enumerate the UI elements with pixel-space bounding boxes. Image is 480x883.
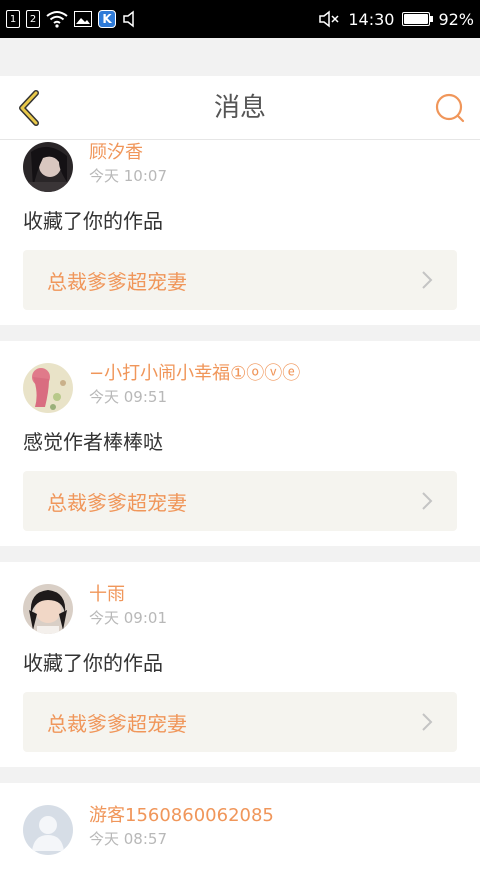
work-link[interactable]: 总裁爹爹超宠妻 — [23, 692, 457, 752]
divider — [0, 546, 480, 562]
message-text: 收藏了你的作品 — [23, 209, 163, 233]
chevron-right-icon — [422, 492, 433, 510]
battery-icon — [402, 12, 434, 26]
status-bar: 1 2 K 14:30 92% — [0, 0, 480, 38]
work-link[interactable]: 总裁爹爹超宠妻 — [23, 250, 457, 310]
page-title: 消息 — [213, 93, 266, 123]
work-title: 总裁爹爹超宠妻 — [47, 490, 187, 515]
username[interactable]: 十雨 — [89, 584, 167, 606]
chevron-right-icon — [422, 271, 433, 289]
sim2-icon: 2 — [26, 10, 40, 28]
avatar[interactable] — [23, 142, 73, 192]
image-icon — [74, 11, 92, 27]
timestamp: 今天 10:07 — [89, 167, 167, 185]
message-list: 顾汐香 今天 10:07 收藏了你的作品 总裁爹爹超宠妻 −小打小闹小幸福①ⓞⓥ… — [0, 140, 480, 883]
work-link[interactable]: 总裁爹爹超宠妻 — [23, 471, 457, 531]
message-card: 十雨 今天 09:01 收藏了你的作品 总裁爹爹超宠妻 — [0, 562, 480, 767]
chevron-right-icon — [422, 713, 433, 731]
speaker-icon — [123, 10, 134, 28]
timestamp: 今天 08:57 — [89, 830, 167, 848]
work-title: 总裁爹爹超宠妻 — [47, 269, 187, 294]
work-title: 总裁爹爹超宠妻 — [47, 711, 187, 736]
status-time: 14:30 — [348, 9, 395, 29]
user-row: 顾汐香 今天 10:07 — [23, 142, 457, 192]
username[interactable]: 游客1560860062085 — [89, 805, 274, 827]
user-row: −小打小闹小幸福①ⓞⓥⓔ 今天 09:51 — [23, 363, 457, 413]
divider — [0, 325, 480, 341]
message-card: 顾汐香 今天 10:07 收藏了你的作品 总裁爹爹超宠妻 — [0, 140, 480, 325]
avatar[interactable] — [23, 363, 73, 413]
app-k-icon: K — [98, 10, 116, 28]
app-header: 消息 — [0, 76, 480, 140]
message-card: −小打小闹小幸福①ⓞⓥⓔ 今天 09:51 感觉作者棒棒哒 总裁爹爹超宠妻 — [0, 341, 480, 546]
message-text: 收藏了你的作品 — [23, 651, 163, 675]
message-text: 感觉作者棒棒哒 — [23, 430, 163, 454]
timestamp: 今天 09:01 — [89, 609, 167, 627]
user-row: 十雨 今天 09:01 — [23, 584, 457, 634]
message-card: 游客1560860062085 今天 08:57 — [0, 783, 480, 883]
timestamp: 今天 09:51 — [89, 388, 167, 406]
divider — [0, 767, 480, 783]
username[interactable]: −小打小闹小幸福①ⓞⓥⓔ — [89, 363, 300, 385]
top-spacer — [0, 38, 480, 76]
avatar[interactable] — [23, 805, 73, 855]
mute-icon — [319, 10, 339, 28]
user-row: 游客1560860062085 今天 08:57 — [23, 805, 457, 855]
wifi-icon — [46, 11, 68, 28]
search-icon[interactable] — [434, 92, 466, 124]
sim1-icon: 1 — [6, 10, 20, 28]
avatar[interactable] — [23, 584, 73, 634]
battery-percent: 92% — [438, 9, 474, 29]
username[interactable]: 顾汐香 — [89, 142, 167, 164]
